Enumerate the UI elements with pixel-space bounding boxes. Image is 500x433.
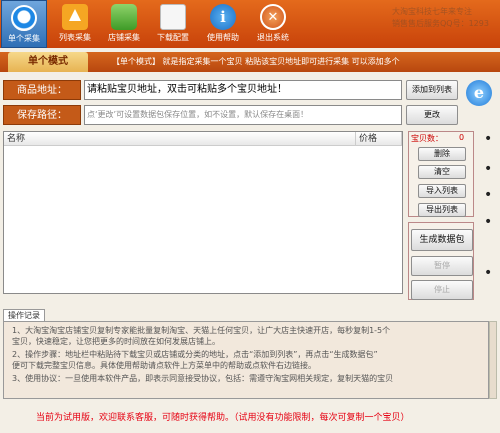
toolbar-help[interactable]: 使用帮助 xyxy=(200,0,246,48)
toolbar-label: 下载配置 xyxy=(157,33,189,42)
bullet-icon: • xyxy=(484,161,493,177)
trial-notice: 当前为试用版，欢迎联系客服，可随时获得帮助。（试用没有功能限制，每次可复制一个宝… xyxy=(36,413,410,423)
clear-button[interactable]: 清空 xyxy=(418,165,466,179)
watermark-line: 大淘宝科技七年来专注 xyxy=(392,7,472,16)
log-line: 便可下载完整宝贝信息。具体使用帮助请点软件上方菜单中的帮助或点软件右边链接。 xyxy=(12,361,316,370)
toolbar-shop-collect[interactable]: 店铺采集 xyxy=(101,0,147,48)
log-line: 2、操作步骤：地址栏中粘贴待下载宝贝或店铺或分类的地址，点击“添加到列表”，再点… xyxy=(12,350,378,359)
list-collect-icon xyxy=(62,4,88,30)
toolbar-download-config[interactable]: 下载配置 xyxy=(150,0,196,48)
toolbar-label: 使用帮助 xyxy=(207,33,239,42)
tab-single-mode[interactable]: 单个模式 xyxy=(8,52,88,72)
shop-collect-icon xyxy=(111,4,137,30)
log-scrollbar[interactable] xyxy=(489,321,497,399)
item-table[interactable]: 名称 价格 xyxy=(3,131,403,294)
delete-button[interactable]: 删除 xyxy=(418,147,466,161)
mode-description: 【单个模式】 就是指定采集一个宝贝 粘贴该宝贝地址即可进行采集 可以添加多个 xyxy=(112,57,400,66)
watermark-line: 销售售后服务QQ号：1293 xyxy=(392,19,489,28)
toolbar-label: 列表采集 xyxy=(59,33,91,42)
toolbar-label: 店铺采集 xyxy=(108,33,140,42)
item-count-value: 0 xyxy=(459,133,465,142)
url-label: 商品地址： xyxy=(3,80,81,100)
column-header-name[interactable]: 名称 xyxy=(4,132,356,146)
single-collect-icon xyxy=(11,5,37,31)
operation-log-panel: 1、大淘宝淘宝店铺宝贝复制专家能批量复制淘宝、天猫上任何宝贝，让广大店主快速开店… xyxy=(3,321,489,399)
pause-button[interactable]: 暂停 xyxy=(411,256,473,276)
exit-icon xyxy=(260,4,286,30)
generate-package-button[interactable]: 生成数据包 xyxy=(411,229,473,251)
change-path-button[interactable]: 更改 xyxy=(406,105,458,125)
toolbar-single-collect[interactable]: 单个采集 xyxy=(1,0,47,48)
bullet-icon: • xyxy=(484,187,493,203)
log-line: 1、大淘宝淘宝店铺宝贝复制专家能批量复制淘宝、天猫上任何宝贝，让广大店主快速开店… xyxy=(12,326,391,335)
product-url-input[interactable]: 请粘贴宝贝地址，双击可粘贴多个宝贝地址！ xyxy=(84,80,402,100)
bullet-icon: • xyxy=(484,214,493,230)
toolbar-label: 退出系统 xyxy=(257,33,289,42)
import-list-button[interactable]: 导入列表 xyxy=(418,184,466,198)
help-icon xyxy=(210,4,236,30)
toolbar-exit[interactable]: 退出系统 xyxy=(250,0,296,48)
bullet-icon: • xyxy=(484,131,493,147)
company-watermark: 大淘宝科技七年来专注 销售售后服务QQ号：1293 xyxy=(392,6,500,30)
log-line: 宝贝，快速稳定，让您把更多的时间放在如何发展店铺上。 xyxy=(12,337,220,346)
item-count-label: 宝贝数： xyxy=(411,134,443,143)
add-to-list-button[interactable]: 添加到列表 xyxy=(406,80,458,100)
stop-button[interactable]: 停止 xyxy=(411,280,473,300)
log-line: 3、使用协议：一旦使用本软件产品，即表示同意接受协议，包括：需遵守淘宝网相关规定… xyxy=(12,374,394,383)
toolbar-label: 单个采集 xyxy=(8,34,40,43)
browser-icon[interactable]: e xyxy=(466,80,492,106)
download-config-icon xyxy=(160,4,186,30)
save-path-label: 保存路径： xyxy=(3,105,81,125)
save-path-input[interactable]: 点‘更改’可设置数据包保存位置，如不设置，默认保存在桌面！ xyxy=(84,105,402,125)
bullet-icon: • xyxy=(484,265,493,281)
column-header-price[interactable]: 价格 xyxy=(356,132,402,146)
export-list-button[interactable]: 导出列表 xyxy=(418,203,466,217)
toolbar-list-collect[interactable]: 列表采集 xyxy=(52,0,98,48)
